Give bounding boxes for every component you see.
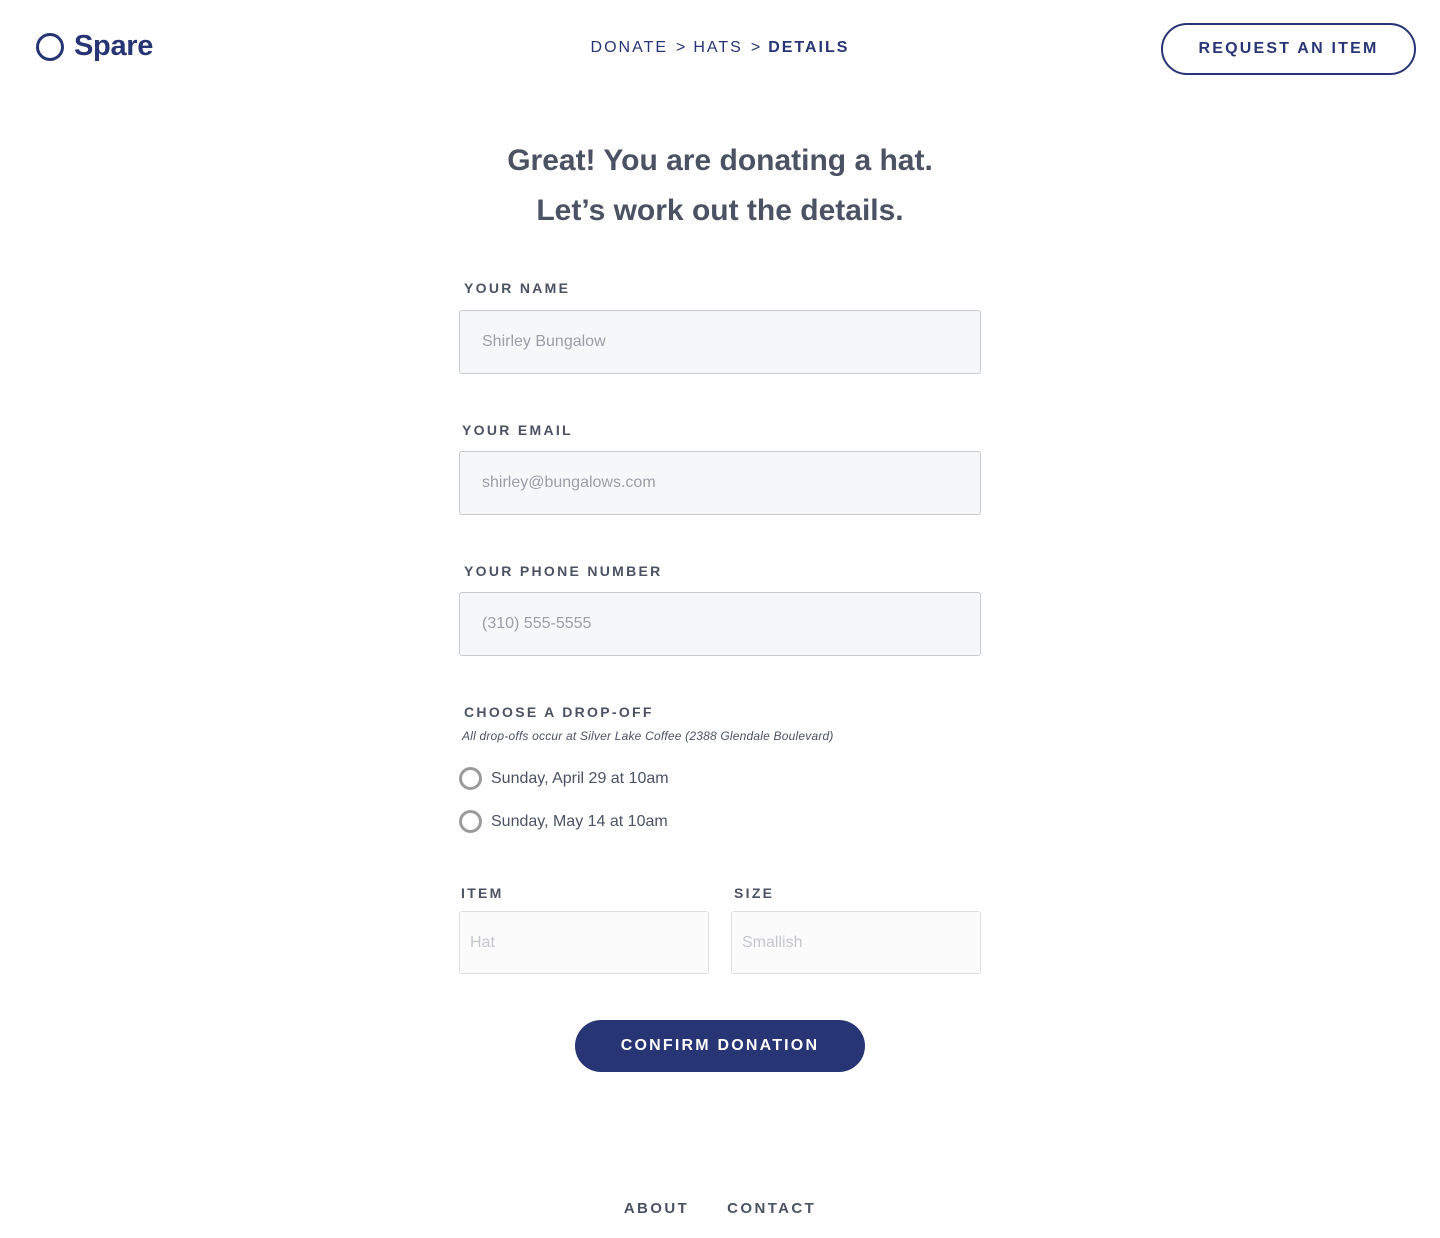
breadcrumb-separator: > [676,39,686,56]
dropoff-option-april-29[interactable]: Sunday, April 29 at 10am [459,767,669,790]
breadcrumb-separator: > [750,39,761,56]
radio-button[interactable] [459,810,482,833]
request-item-button[interactable]: REQUEST AN ITEM [1161,23,1416,75]
page-title: Great! You are donating a hat. Let’s wor… [0,136,1440,236]
phone-input[interactable] [459,592,981,656]
dropoff-label: CHOOSE A DROP-OFF [464,704,654,720]
page-title-line-2: Let’s work out the details. [536,194,904,227]
page: Spare DONATE > HATS > DETAILS REQUEST AN… [0,0,1440,1238]
dropoff-option-may-14[interactable]: Sunday, May 14 at 10am [459,810,668,833]
item-label: ITEM [461,885,504,901]
page-title-line-1: Great! You are donating a hat. [507,144,933,177]
breadcrumb-hats[interactable]: HATS [693,39,742,57]
footer: ABOUT CONTACT [0,1200,1440,1217]
email-label: YOUR EMAIL [462,422,573,438]
footer-link-contact[interactable]: CONTACT [727,1200,816,1217]
size-input[interactable] [731,911,981,974]
email-input[interactable] [459,451,981,515]
name-label: YOUR NAME [464,280,571,296]
breadcrumb-details: DETAILS [768,39,850,56]
radio-button[interactable] [459,767,482,790]
footer-link-about[interactable]: ABOUT [624,1200,689,1217]
name-input[interactable] [459,310,981,374]
dropoff-option-label: Sunday, May 14 at 10am [491,812,668,830]
size-label: SIZE [734,885,775,901]
phone-label: YOUR PHONE NUMBER [464,563,663,579]
dropoff-option-label: Sunday, April 29 at 10am [491,769,669,787]
breadcrumb-donate[interactable]: DONATE [591,39,668,57]
dropoff-note: All drop-offs occur at Silver Lake Coffe… [462,729,834,743]
item-input[interactable] [459,911,709,974]
confirm-donation-button[interactable]: CONFIRM DONATION [575,1020,865,1072]
